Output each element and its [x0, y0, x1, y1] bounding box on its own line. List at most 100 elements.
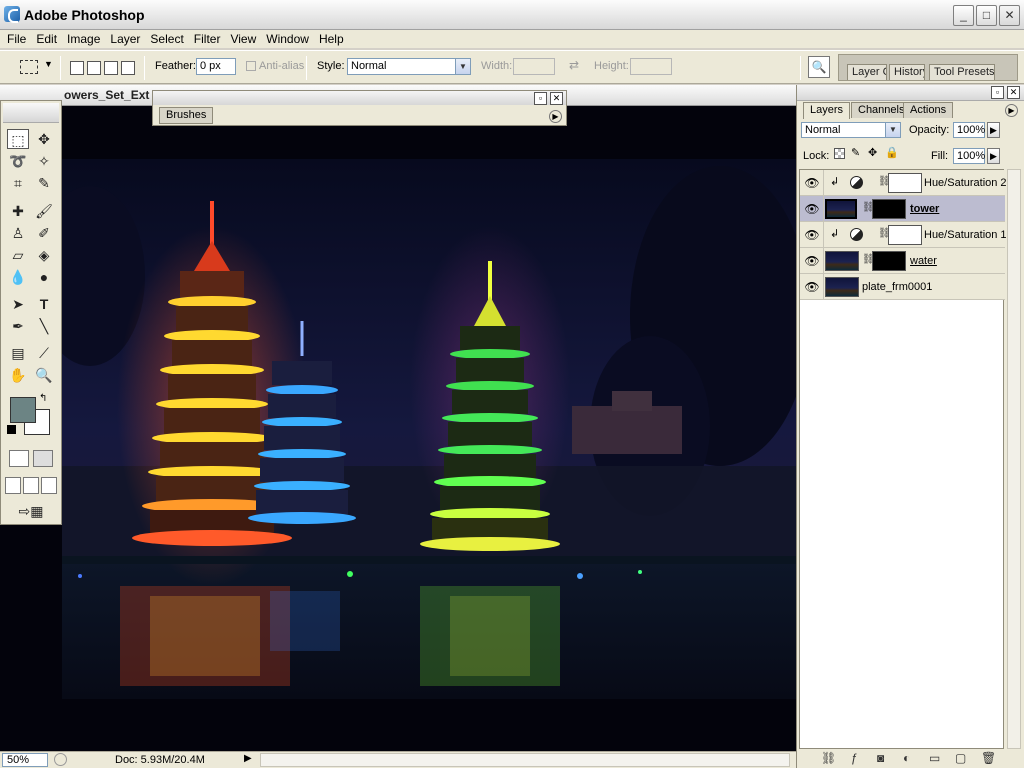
intersect-selection-icon[interactable]: [121, 61, 135, 75]
swap-width-height-icon[interactable]: ⇄: [569, 58, 579, 72]
link-layers-icon[interactable]: ⛓: [821, 751, 836, 765]
minimize-button[interactable]: _: [953, 5, 974, 26]
file-browser-icon[interactable]: 🔍: [808, 56, 830, 78]
full-screen-menu-mode-icon[interactable]: [23, 477, 39, 494]
menu-window[interactable]: Window: [261, 31, 314, 47]
menu-file[interactable]: File: [2, 31, 31, 47]
eye-icon[interactable]: 👁: [803, 174, 821, 192]
layer-mask-thumbnail[interactable]: [888, 173, 922, 193]
document-canvas[interactable]: [0, 106, 796, 751]
standard-mode-icon[interactable]: [9, 450, 29, 467]
eraser-tool-icon[interactable]: ▱: [7, 245, 29, 265]
lock-image-icon[interactable]: ✎: [851, 146, 860, 159]
clone-stamp-tool-icon[interactable]: ♙: [7, 223, 29, 243]
zoom-level-field[interactable]: 50%: [2, 753, 48, 767]
opacity-slider-arrow-icon[interactable]: ▶: [987, 122, 1000, 138]
layer-mask-thumbnail[interactable]: [872, 251, 906, 271]
width-input[interactable]: [513, 58, 555, 75]
eyedropper-tool-icon[interactable]: ⟋: [33, 343, 55, 363]
hand-tool-icon[interactable]: ✋: [7, 365, 29, 385]
antialias-checkbox[interactable]: [246, 61, 256, 71]
style-select[interactable]: Normal ▼: [347, 58, 471, 75]
status-info-icon[interactable]: [54, 753, 67, 766]
crop-tool-icon[interactable]: ⌗: [7, 173, 29, 193]
layers-menu-icon[interactable]: ▶: [1005, 104, 1018, 117]
opacity-input[interactable]: 100%: [953, 122, 985, 138]
palette-menu-icon[interactable]: ▶: [549, 110, 562, 123]
lasso-tool-icon[interactable]: ➰: [7, 151, 29, 171]
standard-screen-mode-icon[interactable]: [5, 477, 21, 494]
eye-icon[interactable]: 👁: [803, 200, 821, 218]
dodge-tool-icon[interactable]: ●: [33, 267, 55, 287]
layer-thumbnail[interactable]: [825, 199, 857, 219]
swap-colors-icon[interactable]: ↰: [39, 393, 47, 404]
new-layer-icon[interactable]: ▢: [955, 751, 966, 765]
marquee-tool-preset-icon[interactable]: [20, 60, 38, 74]
subtract-from-selection-icon[interactable]: [104, 61, 118, 75]
lock-position-icon[interactable]: ✥: [868, 146, 877, 159]
slice-tool-icon[interactable]: ✎: [33, 173, 55, 193]
palette-minimize-icon[interactable]: ▫: [534, 92, 547, 105]
well-tab-history[interactable]: History: [889, 64, 925, 80]
layer-thumbnail[interactable]: [825, 277, 859, 297]
type-tool-icon[interactable]: T: [33, 294, 55, 314]
layer-row-hue-saturation-2[interactable]: 👁 ↲ ⛓ Hue/Saturation 2: [800, 170, 1007, 196]
default-colors-icon[interactable]: [7, 425, 16, 434]
zoom-tool-icon[interactable]: 🔍: [33, 365, 55, 385]
new-selection-icon[interactable]: [70, 61, 84, 75]
magic-wand-tool-icon[interactable]: ✧: [33, 151, 55, 171]
tab-layers[interactable]: Layers: [803, 102, 851, 119]
add-to-selection-icon[interactable]: [87, 61, 101, 75]
blend-mode-select[interactable]: Normal ▼: [801, 122, 901, 138]
add-mask-icon[interactable]: ◙: [877, 751, 884, 765]
status-menu-arrow-icon[interactable]: ▶: [244, 753, 252, 764]
brush-tool-icon[interactable]: 🖌: [33, 201, 55, 221]
lock-transparency-icon[interactable]: [834, 148, 845, 159]
fill-input[interactable]: 100%: [953, 148, 985, 164]
menu-help[interactable]: Help: [314, 31, 349, 47]
layers-panel-titlebar[interactable]: ▫ ✕: [797, 85, 1024, 101]
tab-brushes[interactable]: Brushes: [159, 107, 214, 124]
well-tab-layer-comps[interactable]: Layer C: [847, 64, 887, 80]
layer-thumbnail[interactable]: [825, 251, 859, 271]
layer-mask-thumbnail[interactable]: [872, 199, 906, 219]
well-tab-tool-presets[interactable]: Tool Presets: [929, 64, 995, 80]
pen-tool-icon[interactable]: ✒: [7, 316, 29, 336]
quick-mask-mode-icon[interactable]: [33, 450, 53, 467]
close-button[interactable]: ✕: [999, 5, 1020, 26]
panel-close-icon[interactable]: ✕: [1007, 86, 1020, 99]
chevron-down-icon[interactable]: ▼: [455, 59, 470, 74]
history-brush-tool-icon[interactable]: ✐: [33, 223, 55, 243]
lock-all-icon[interactable]: 🔒: [885, 146, 899, 159]
full-screen-mode-icon[interactable]: [41, 477, 57, 494]
menu-view[interactable]: View: [225, 31, 261, 47]
menu-edit[interactable]: Edit: [31, 31, 62, 47]
layer-style-icon[interactable]: ƒ: [851, 751, 858, 765]
rectangular-marquee-tool-icon[interactable]: ⬚: [7, 129, 29, 149]
tab-actions[interactable]: Actions: [903, 102, 954, 118]
eye-icon[interactable]: 👁: [803, 226, 821, 244]
layers-scrollbar[interactable]: [1007, 169, 1021, 749]
menu-select[interactable]: Select: [145, 31, 188, 47]
panel-minimize-icon[interactable]: ▫: [991, 86, 1004, 99]
layer-row-tower[interactable]: 👁 ⛓ tower: [800, 196, 1005, 222]
path-selection-tool-icon[interactable]: ➤: [7, 294, 29, 314]
layer-row-hue-saturation-1[interactable]: 👁 ↲ ⛓ Hue/Saturation 1: [800, 222, 1007, 248]
line-tool-icon[interactable]: ╲: [33, 316, 55, 336]
feather-input[interactable]: 0 px: [196, 58, 236, 75]
palette-close-icon[interactable]: ✕: [550, 92, 563, 105]
eye-icon[interactable]: 👁: [803, 252, 821, 270]
menu-filter[interactable]: Filter: [189, 31, 226, 47]
horizontal-scrollbar[interactable]: [260, 753, 790, 767]
brushes-palette-titlebar[interactable]: [153, 91, 566, 105]
feather-logo-icon[interactable]: [3, 103, 59, 123]
chevron-down-icon[interactable]: ▼: [885, 123, 900, 137]
jump-to-imageready-icon[interactable]: ⇨▦: [9, 501, 53, 521]
paint-bucket-tool-icon[interactable]: ◈: [33, 245, 55, 265]
menu-layer[interactable]: Layer: [105, 31, 145, 47]
height-input[interactable]: [630, 58, 672, 75]
menu-image[interactable]: Image: [62, 31, 105, 47]
healing-brush-tool-icon[interactable]: ✚: [7, 201, 29, 221]
new-group-icon[interactable]: ▭: [929, 751, 940, 765]
notes-tool-icon[interactable]: ▤: [7, 343, 29, 363]
